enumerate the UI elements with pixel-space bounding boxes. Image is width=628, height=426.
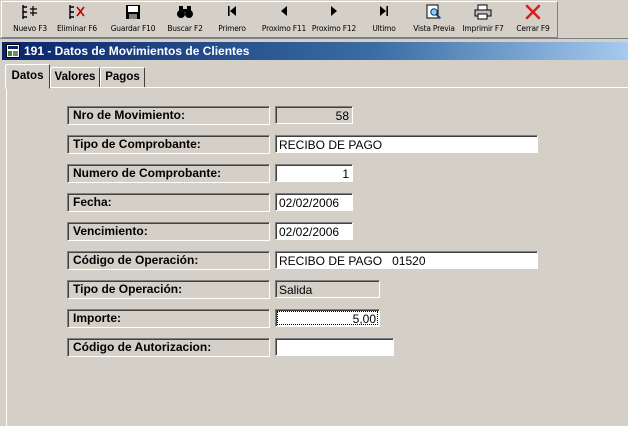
new-button[interactable]: Nuevo F3 — [6, 2, 54, 35]
last-button[interactable]: Ultimo — [360, 2, 408, 35]
search-button[interactable]: Buscar F2 — [161, 2, 209, 35]
label-nro-movimiento: Nro de Movimiento: — [67, 106, 270, 125]
new-button-label: Nuevo F3 — [13, 24, 47, 33]
child-window: 191 - Datos de Movimientos de Clientes D… — [0, 40, 628, 426]
close-button-label: Cerrar F9 — [516, 24, 550, 33]
label-codigo-operacion: Código de Operación: — [67, 251, 270, 270]
next-button-label: Proximo F12 — [311, 24, 357, 33]
last-record-icon — [360, 4, 408, 22]
next-record-icon — [310, 4, 358, 22]
delete-button-label: Eliminar F6 — [57, 24, 97, 33]
preview-button-label: Vista Previa — [413, 24, 455, 33]
label-codigo-autorizacion: Código de Autorizacion: — [67, 338, 270, 357]
field-tipo-operacion: Salida — [275, 280, 380, 298]
delete-button[interactable]: Eliminar F6 — [53, 2, 101, 35]
field-vencimiento[interactable]: 02/02/2006 — [275, 222, 353, 240]
window-app-icon — [6, 44, 20, 58]
tab-valores[interactable]: Valores — [50, 67, 100, 88]
first-button[interactable]: Primero — [208, 2, 256, 35]
label-fecha: Fecha: — [67, 193, 270, 212]
toolbar: Nuevo F3 Eliminar F6 Guardar F10 Buscar … — [0, 0, 628, 39]
first-button-label: Primero — [218, 24, 246, 33]
binoculars-icon — [161, 4, 209, 22]
field-numero-comprobante[interactable]: 1 — [275, 164, 353, 182]
new-record-icon — [6, 4, 54, 22]
save-button[interactable]: Guardar F10 — [109, 2, 157, 35]
print-preview-icon — [410, 4, 458, 22]
field-tipo-comprobante[interactable]: RECIBO DE PAGO — [275, 135, 538, 153]
field-codigo-operacion[interactable]: RECIBO DE PAGO 01520 — [275, 251, 538, 269]
label-tipo-comprobante: Tipo de Comprobante: — [67, 135, 270, 154]
preview-button[interactable]: Vista Previa — [410, 2, 458, 35]
previous-button-label: Proximo F11 — [261, 24, 307, 33]
next-button[interactable]: Proximo F12 — [310, 2, 358, 35]
tab-datos[interactable]: Datos — [5, 64, 50, 89]
close-x-icon — [509, 4, 557, 22]
field-codigo-autorizacion[interactable] — [275, 338, 394, 356]
save-disk-icon — [109, 4, 157, 22]
label-vencimiento: Vencimiento: — [67, 222, 270, 241]
window-titlebar[interactable]: 191 - Datos de Movimientos de Clientes — [2, 42, 628, 60]
print-button[interactable]: Imprimir F7 — [459, 2, 507, 35]
first-record-icon — [208, 4, 256, 22]
search-button-label: Buscar F2 — [167, 24, 203, 33]
last-button-label: Ultimo — [372, 24, 396, 33]
printer-icon — [459, 4, 507, 22]
label-numero-comprobante: Numero de Comprobante: — [67, 164, 270, 183]
field-nro-movimiento: 58 — [275, 106, 353, 124]
field-fecha[interactable]: 02/02/2006 — [275, 193, 353, 211]
close-button[interactable]: Cerrar F9 — [509, 2, 557, 35]
previous-button[interactable]: Proximo F11 — [260, 2, 308, 35]
tab-pagos[interactable]: Pagos — [100, 67, 145, 88]
previous-record-icon — [260, 4, 308, 22]
field-importe[interactable]: 5,00 — [275, 309, 380, 327]
label-tipo-operacion: Tipo de Operación: — [67, 280, 270, 299]
save-button-label: Guardar F10 — [110, 24, 156, 33]
label-importe: Importe: — [67, 309, 270, 328]
tab-strip: Datos Valores Pagos — [0, 64, 628, 89]
print-button-label: Imprimir F7 — [462, 24, 504, 33]
window-title: 191 - Datos de Movimientos de Clientes — [24, 44, 250, 58]
delete-record-icon — [53, 4, 101, 22]
